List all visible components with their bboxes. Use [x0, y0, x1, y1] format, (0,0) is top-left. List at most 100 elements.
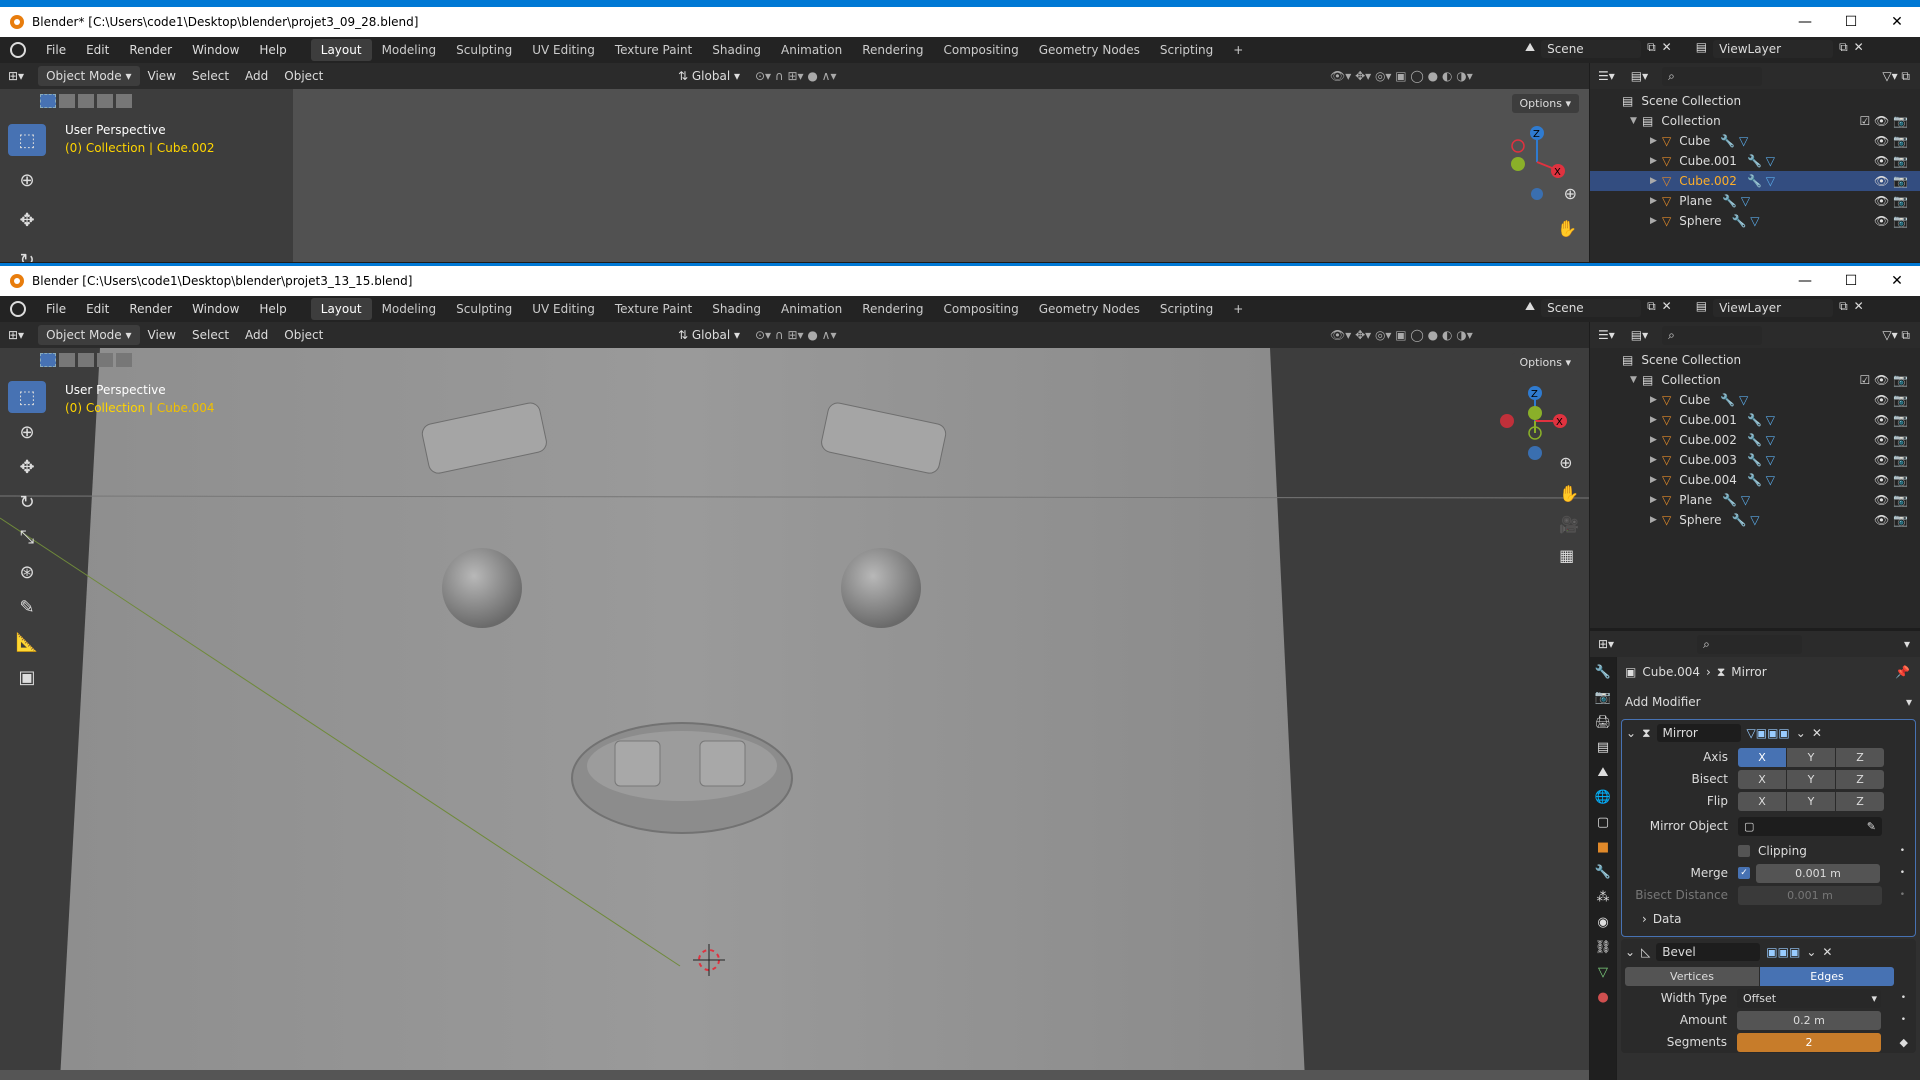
modifier-data-icons[interactable]: 🔧 ▽	[1720, 393, 1748, 407]
disclosure-triangle-icon[interactable]: ▶	[1650, 395, 1662, 405]
width-type-dropdown[interactable]: Offset ▾	[1737, 988, 1881, 1008]
menu-edit[interactable]: Edit	[76, 43, 119, 57]
pivot-snap-icons[interactable]: ⊙▾ ∩ ⊞▾ ● ∧▾	[755, 328, 836, 342]
zoom-icon[interactable]: ⊕	[1559, 453, 1579, 472]
menu-render[interactable]: Render	[119, 302, 182, 316]
pan-hand-icon[interactable]: ✋	[1559, 484, 1579, 503]
viewport-shading-icons[interactable]: 👁▾ ✥▾ ◎▾ ▣ ◯ ● ◐ ◑▾	[1330, 328, 1473, 342]
scene-field[interactable]: Scene	[1541, 299, 1642, 317]
disclosure-triangle-icon[interactable]: ▶	[1650, 156, 1662, 166]
cursor-icon[interactable]: ⊕	[8, 416, 46, 448]
scene-tab-icon[interactable]: ⛰	[1598, 765, 1609, 780]
outliner-row[interactable]: ▶ ▽ Cube.004 🔧 ▽ 👁 📷	[1590, 470, 1920, 490]
menu-render[interactable]: Render	[119, 43, 182, 57]
outliner-row[interactable]: ▼ ▤ Collection ☑ 👁 📷	[1590, 111, 1920, 131]
visibility-icons[interactable]: 👁 📷	[1874, 433, 1908, 447]
selection-mode-icons[interactable]	[40, 94, 132, 108]
rotate-icon[interactable]: ↻	[8, 244, 46, 263]
object-tab-icon[interactable]: ■	[1597, 840, 1609, 855]
disclosure-triangle-icon[interactable]: ▶	[1650, 136, 1662, 146]
bisect-z-toggle[interactable]: Z	[1836, 769, 1884, 789]
visibility-icons[interactable]: 👁 📷	[1874, 473, 1908, 487]
outliner-row[interactable]: ▶ ▽ Cube 🔧 ▽ 👁 📷	[1590, 131, 1920, 151]
render-tab-icon[interactable]: 📷	[1595, 690, 1611, 705]
menu-add[interactable]: Add	[237, 328, 276, 342]
keyframe-dot-icon[interactable]: •	[1901, 993, 1906, 1003]
tool-tab-icon[interactable]: 🔧	[1595, 665, 1611, 680]
add-workspace-button[interactable]: +	[1223, 39, 1253, 61]
remove-modifier-icon[interactable]: ✕	[1812, 726, 1822, 740]
disclosure-triangle-icon[interactable]: ▶	[1650, 495, 1662, 505]
menu-view[interactable]: View	[140, 328, 184, 342]
edit-mode-toggle-icon[interactable]: ▽▣▣▣	[1747, 726, 1790, 740]
modifier-menu-icon[interactable]: ⌄	[1796, 726, 1806, 740]
mirror-object-field[interactable]: ▢ ✎	[1738, 816, 1882, 836]
clipping-checkbox[interactable]	[1738, 845, 1750, 857]
modifier-data-icons[interactable]: 🔧 ▽	[1722, 194, 1750, 208]
editor-type-icon[interactable]: ⊞▾	[0, 328, 32, 342]
merge-distance-field[interactable]: 0.001 m	[1756, 863, 1880, 883]
add-workspace-button[interactable]: +	[1223, 298, 1253, 320]
outliner-row[interactable]: ▶ ▽ Sphere 🔧 ▽ 👁 📷	[1590, 510, 1920, 530]
visibility-icons[interactable]: 👁 📷	[1874, 154, 1908, 168]
merge-checkbox[interactable]: ✓	[1738, 867, 1750, 879]
close-button[interactable]: ✕	[1874, 266, 1920, 296]
move-icon[interactable]: ✥	[8, 451, 46, 483]
tab-geometry-nodes[interactable]: Geometry Nodes	[1029, 298, 1150, 320]
bisect-distance-field[interactable]: 0.001 m	[1738, 885, 1882, 905]
properties-search-input[interactable]: ⌕	[1697, 634, 1803, 654]
camera-icon[interactable]: 🎥	[1559, 515, 1579, 534]
tab-rendering[interactable]: Rendering	[852, 39, 933, 61]
menu-object[interactable]: Object	[276, 328, 331, 342]
outliner-row[interactable]: ▤ Scene Collection	[1590, 91, 1920, 111]
viewport-3d[interactable]: ⬚ ⊕ ✥ ↻ ⤡ ⊛ ✎ 📐 ▣ User Perspective (0) C…	[0, 348, 1589, 1080]
scene-icon[interactable]: ⛰	[1525, 299, 1535, 317]
blender-menu-icon[interactable]	[10, 42, 26, 58]
menu-help[interactable]: Help	[249, 302, 296, 316]
visibility-icons[interactable]: 👁 📷	[1874, 513, 1908, 527]
disclosure-triangle-icon[interactable]: ▶	[1650, 455, 1662, 465]
keyframe-dot-icon[interactable]: •	[1901, 1015, 1906, 1025]
outliner-row[interactable]: ▶ ▽ Cube.002 🔧 ▽ 👁 📷	[1590, 171, 1920, 191]
output-tab-icon[interactable]: 🖨	[1595, 715, 1612, 730]
view-layer-field[interactable]: ViewLayer	[1713, 40, 1834, 58]
constraints-tab-icon[interactable]: ⛓	[1595, 940, 1612, 955]
pivot-snap-icons[interactable]: ⊙▾ ∩ ⊞▾ ● ∧▾	[755, 69, 836, 83]
visibility-icons[interactable]: 👁 📷	[1874, 134, 1908, 148]
modifier-data-icons[interactable]: 🔧 ▽	[1747, 413, 1775, 427]
disclosure-triangle-icon[interactable]: ▶	[1650, 216, 1662, 226]
tab-animation[interactable]: Animation	[771, 39, 852, 61]
disclosure-triangle-icon[interactable]: ▼	[1630, 116, 1642, 126]
object-mode-dropdown[interactable]: Object Mode ▾	[38, 325, 140, 345]
menu-view[interactable]: View	[140, 69, 184, 83]
outliner-row[interactable]: ▶ ▽ Sphere 🔧 ▽ 👁 📷	[1590, 211, 1920, 231]
orientation-dropdown[interactable]: ⇅ Global ▾	[670, 69, 748, 83]
bisect-y-toggle[interactable]: Y	[1787, 769, 1835, 789]
tab-layout[interactable]: Layout	[310, 39, 372, 61]
disclosure-triangle-icon[interactable]: ▶	[1650, 475, 1662, 485]
view-layer-field[interactable]: ViewLayer	[1713, 299, 1834, 317]
disclosure-triangle-icon[interactable]: ▼	[1630, 375, 1642, 385]
collapse-icon[interactable]: ⌄	[1626, 726, 1636, 740]
selection-mode-icons[interactable]	[40, 353, 132, 367]
menu-object[interactable]: Object	[276, 69, 331, 83]
properties-editor-icon[interactable]: ⊞▾	[1590, 637, 1622, 651]
visibility-icons[interactable]: 👁 📷	[1874, 413, 1908, 427]
keyframe-dot-icon[interactable]: •	[1900, 890, 1905, 900]
keyframe-diamond-icon[interactable]: ◆	[1900, 1036, 1908, 1049]
visibility-icons[interactable]: 👁 📷	[1874, 174, 1908, 188]
new-scene-icon[interactable]: ⧉	[1647, 40, 1656, 58]
visibility-icons[interactable]: 👁 📷	[1874, 453, 1908, 467]
modifier-data-icons[interactable]: 🔧 ▽	[1732, 214, 1760, 228]
modifier-data-icons[interactable]: 🔧 ▽	[1747, 473, 1775, 487]
tab-rendering[interactable]: Rendering	[852, 298, 933, 320]
tab-sculpting[interactable]: Sculpting	[446, 298, 522, 320]
tab-uv-editing[interactable]: UV Editing	[522, 298, 605, 320]
delete-scene-icon[interactable]: ✕	[1662, 40, 1672, 58]
disclosure-triangle-icon[interactable]: ▶	[1650, 176, 1662, 186]
view-layer-icon[interactable]: ▤	[1696, 299, 1707, 317]
vertices-toggle[interactable]: Vertices	[1625, 966, 1759, 986]
flip-z-toggle[interactable]: Z	[1836, 791, 1884, 811]
tab-animation[interactable]: Animation	[771, 298, 852, 320]
bevel-name-field[interactable]: Bevel	[1656, 943, 1761, 961]
